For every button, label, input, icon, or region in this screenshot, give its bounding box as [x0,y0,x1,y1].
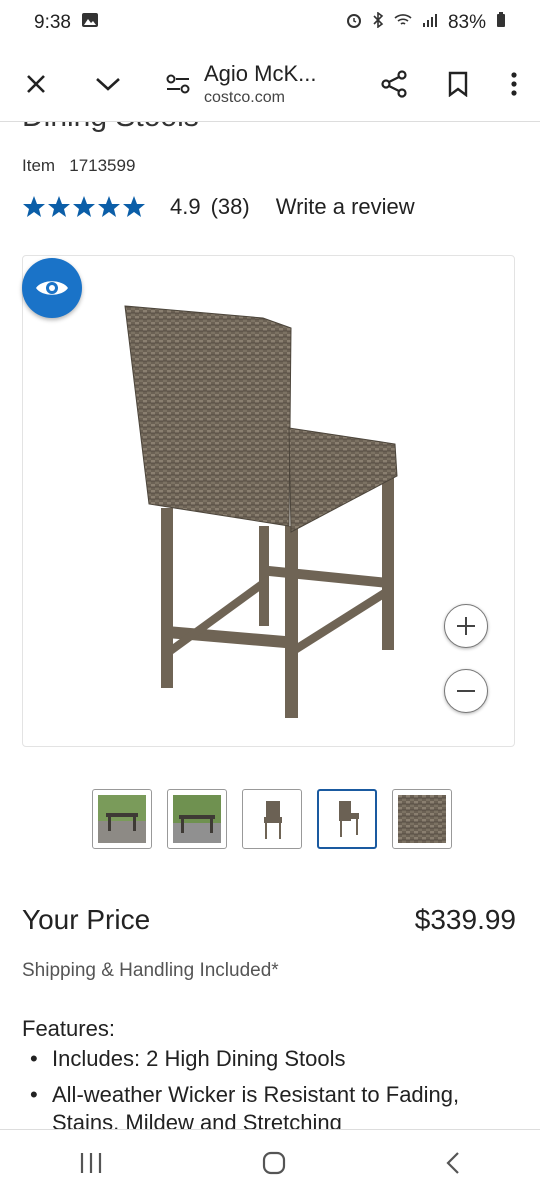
product-image-viewer[interactable] [22,255,515,747]
list-item: • Includes: 2 High Dining Stools [30,1046,346,1071]
rating-value: 4.9 [170,194,201,219]
star-icon [73,196,95,217]
features-list: • Includes: 2 High Dining Stools • All-wea… [30,1046,459,1129]
alarm-icon [346,12,362,34]
browser-toolbar: Agio McK... costco.com [0,46,540,122]
wifi-icon [394,12,412,34]
list-item: • All-weather Wicker is Resistant to Fadi… [30,1082,460,1107]
minus-icon [457,690,475,692]
zoom-in-button[interactable] [444,604,488,648]
page-content[interactable]: Dining Stools Item 1713599 4.9 (38) Writ… [0,122,540,1129]
battery-text: 83% [447,12,486,33]
thumbnail-1[interactable] [92,789,152,849]
signal-icon [422,12,438,34]
zoom-out-button[interactable] [444,669,488,713]
thumbnail-4[interactable] [317,789,377,849]
thumbnail-3[interactable] [242,789,302,849]
bluetooth-icon [372,11,384,34]
plus-icon [457,617,475,635]
list-item: Stains, Mildew and Stretching [52,1110,342,1129]
gallery-icon [81,12,99,34]
status-bar: 9:38 83% [0,0,540,46]
star-icon [123,196,145,217]
features-heading: Features: [22,1016,115,1041]
item-label: Item [22,156,56,175]
rating-stars[interactable] [22,195,148,219]
product-image [124,305,398,718]
shipping-note: Shipping & Handling Included* [22,960,279,981]
star-icon [48,196,70,217]
view-360-button[interactable] [22,258,82,318]
page-settings-icon[interactable] [156,62,200,106]
recent-apps-icon[interactable] [78,1151,104,1180]
page-title-block[interactable]: Agio McK... costco.com [204,61,372,107]
page-url: costco.com [204,88,285,106]
price-label: Your Price [22,904,151,935]
star-icon [98,196,120,217]
bookmark-icon[interactable] [436,62,480,106]
battery-icon [496,12,506,34]
back-icon[interactable] [444,1150,462,1181]
share-icon[interactable] [372,62,416,106]
close-icon[interactable] [14,62,58,106]
system-nav-bar [0,1129,540,1200]
thumbnail-2[interactable] [167,789,227,849]
product-title: Dining Stools [22,122,199,134]
page-title: Agio McK... [204,60,317,86]
rating-count[interactable]: (38) [211,194,250,220]
more-menu-icon[interactable] [502,62,526,106]
thumbnail-strip [92,789,452,849]
chevron-down-icon[interactable] [86,62,130,106]
home-icon[interactable] [261,1150,287,1181]
status-time: 9:38 [34,12,71,33]
star-icon [23,196,45,217]
item-number: 1713599 [69,156,136,175]
thumbnail-5[interactable] [392,789,452,849]
eye-icon [36,281,68,295]
write-review-link[interactable]: Write a review [276,194,415,220]
rating-row: 4.9 (38) Write a review [22,194,415,220]
item-number-row: Item 1713599 [22,156,135,176]
price-amount: $339.99 [414,904,516,935]
